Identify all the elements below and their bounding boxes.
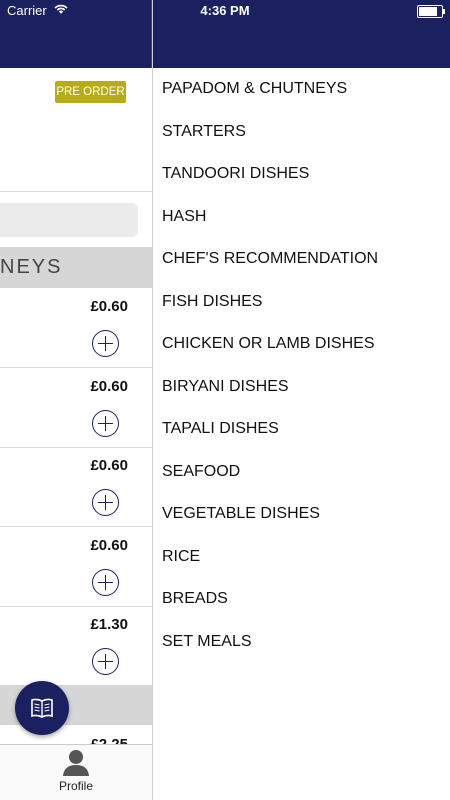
category-item[interactable]: SET MEALS bbox=[162, 633, 252, 651]
category-item[interactable]: FISH DISHES bbox=[162, 293, 262, 311]
menu-item-row: £0.60 bbox=[0, 447, 152, 527]
category-item[interactable]: STARTERS bbox=[162, 123, 246, 141]
tab-bar: Profile bbox=[0, 744, 152, 800]
category-item[interactable]: BREADS bbox=[162, 590, 228, 608]
section-header: NEYS bbox=[0, 247, 152, 288]
category-item[interactable]: PAPADOM & CHUTNEYS bbox=[162, 80, 347, 98]
battery-fill bbox=[419, 7, 437, 16]
plus-circle-icon[interactable] bbox=[92, 648, 119, 675]
status-bar: Carrier 4:36 PM bbox=[0, 0, 450, 22]
tab-label: Profile bbox=[58, 779, 93, 793]
plus-circle-icon[interactable] bbox=[92, 410, 119, 437]
person-icon bbox=[62, 748, 90, 781]
category-item[interactable]: HASH bbox=[162, 208, 206, 226]
search-input[interactable] bbox=[0, 203, 138, 237]
item-price: £0.60 bbox=[90, 537, 128, 554]
category-item[interactable]: RICE bbox=[162, 548, 200, 566]
category-item[interactable]: TAPALI DISHES bbox=[162, 420, 279, 438]
category-item[interactable]: SEAFOOD bbox=[162, 463, 240, 481]
item-price: £0.60 bbox=[90, 378, 128, 395]
item-price: £1.30 bbox=[90, 616, 128, 633]
item-price: £0.60 bbox=[90, 298, 128, 315]
tab-profile[interactable]: Profile bbox=[30, 745, 122, 800]
section-title: NEYS bbox=[0, 256, 63, 278]
category-item[interactable]: TANDOORI DISHES bbox=[162, 165, 309, 183]
category-item[interactable]: CHICKEN OR LAMB DISHES bbox=[162, 335, 374, 353]
pre-order-badge[interactable]: PRE ORDER bbox=[55, 81, 126, 103]
category-drawer: PAPADOM & CHUTNEYS STARTERS TANDOORI DISHE… bbox=[152, 0, 450, 800]
category-item[interactable]: CHEF'S RECOMMENDATION bbox=[162, 250, 378, 268]
menu-book-button[interactable] bbox=[15, 681, 69, 735]
item-price: £0.60 bbox=[90, 457, 128, 474]
menu-item-row: £0.60 bbox=[0, 527, 152, 607]
category-item[interactable]: VEGETABLE DISHES bbox=[162, 505, 320, 523]
menu-item-row: £1.30 bbox=[0, 606, 152, 686]
menu-item-row: £0.60 bbox=[0, 288, 152, 368]
divider bbox=[0, 191, 152, 192]
plus-circle-icon[interactable] bbox=[92, 330, 119, 357]
restaurant-menu-page: PRE ORDER NEYS £0.60 £0.60 £0.60 £0.60 £… bbox=[0, 0, 152, 800]
plus-circle-icon[interactable] bbox=[92, 569, 119, 596]
plus-circle-icon[interactable] bbox=[92, 489, 119, 516]
category-item[interactable]: BIRYANI DISHES bbox=[162, 378, 289, 396]
clock: 4:36 PM bbox=[200, 3, 250, 18]
menu-item-row: £0.60 bbox=[0, 368, 152, 448]
battery-icon bbox=[417, 5, 445, 18]
